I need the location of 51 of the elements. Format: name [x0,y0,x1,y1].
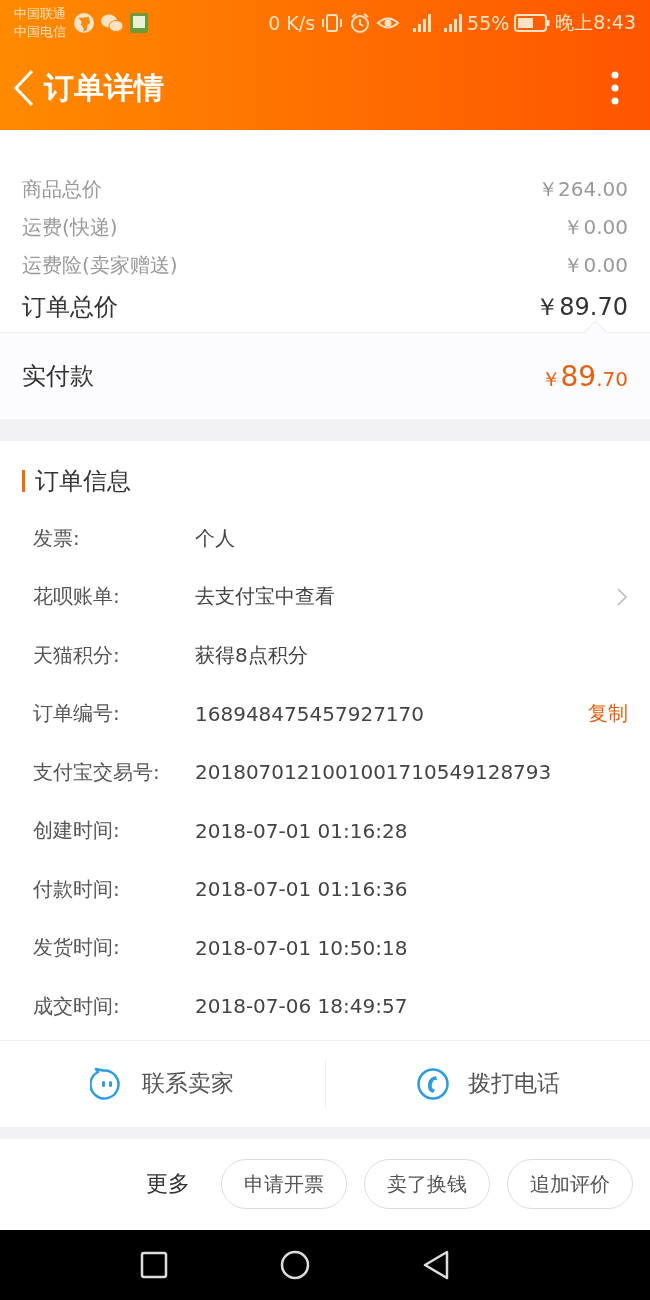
info-value: 168948475457927170 [195,701,426,726]
vibrate-icon [320,12,345,34]
battery-icon [514,13,551,33]
info-label: 发货时间: [33,934,121,962]
action-button[interactable]: 追加评价 [507,1159,633,1209]
price-value: ￥0.00 [563,251,628,279]
phone-icon [415,1066,450,1101]
info-value: 2018070121001001710549128793 [195,760,553,785]
back-triangle-icon[interactable] [422,1249,450,1280]
price-label: 运费险(卖家赠送) [22,251,178,279]
clock-time: 晚上8:43 [555,10,636,35]
info-value: 个人 [195,524,236,552]
more-label: 更多 [146,1170,190,1198]
action-button[interactable]: 申请开票 [221,1159,347,1209]
copy-link[interactable]: 复制 [588,700,628,728]
paid-label: 实付款 [22,361,94,392]
contact-button[interactable]: 拨打电话 [325,1040,650,1127]
info-value: 2018-07-01 10:50:18 [195,935,409,960]
action-button[interactable]: 卖了换钱 [364,1159,490,1209]
carrier-name: 中国电信 [14,23,66,41]
price-value: ￥89.70 [535,292,628,323]
section-title: 订单信息 [35,466,131,497]
paid-amount: ￥89.70 [540,359,628,393]
price-value: ￥264.00 [538,175,628,203]
info-label: 成交时间: [33,992,121,1020]
home-icon[interactable] [280,1249,310,1280]
network-speed: 0 K/s [268,12,316,34]
alarm-icon [349,12,372,34]
price-label: 订单总价 [22,292,118,323]
info-label: 创建时间: [33,817,121,845]
contact-button[interactable]: 联系卖家 [0,1040,325,1127]
more-menu-icon[interactable] [610,70,620,106]
recent-apps-icon[interactable] [140,1250,168,1279]
info-value[interactable]: 去支付宝中查看 [195,583,616,611]
price-value: ￥0.00 [563,213,628,241]
info-label: 花呗账单: [33,583,121,611]
info-value: 2018-07-01 01:16:36 [195,877,409,902]
carrier-name: 中国联通 [14,5,66,23]
info-label: 付款时间: [33,875,121,903]
info-value: 2018-07-06 18:49:57 [195,994,409,1019]
info-value: 2018-07-01 01:16:28 [195,818,409,843]
page-title: 订单详情 [44,68,164,107]
info-label: 订单编号: [33,700,121,728]
info-value: 获得8点积分 [195,641,309,669]
battery-percent: 55% [467,12,510,34]
info-label: 发票: [33,524,81,552]
price-label: 运费(快递) [22,213,118,241]
price-label: 商品总价 [22,175,102,203]
info-label: 支付宝交易号: [33,758,161,786]
app-notification-icon [129,12,149,34]
info-label: 天猫积分: [33,641,121,669]
